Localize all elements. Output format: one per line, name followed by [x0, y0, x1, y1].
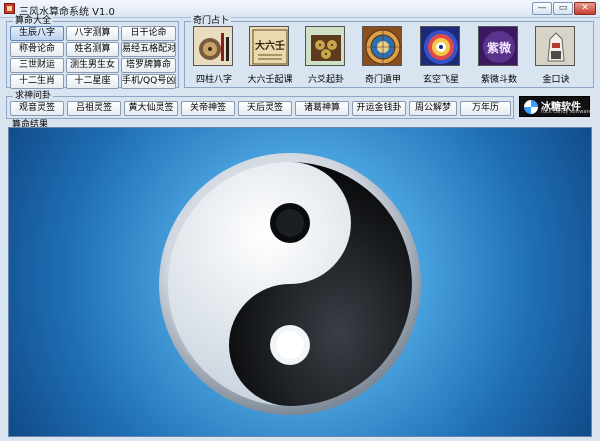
fortune-button[interactable]: 三世财运 — [10, 58, 64, 73]
gate-tile-label: 四柱八字 — [195, 75, 232, 85]
gate-tile-label: 六爻起卦 — [307, 75, 344, 85]
daliuren-icon: 大六壬 — [249, 26, 289, 66]
daliuren-art-text: 大六壬 — [255, 39, 285, 52]
fortune-button[interactable]: 测生男生女 — [66, 58, 119, 73]
bazi-icon — [193, 26, 233, 66]
lot-button[interactable]: 关帝神签 — [181, 101, 235, 116]
fortune-button[interactable]: 易经五格配对 — [121, 42, 176, 57]
fortune-button[interactable]: 称骨论命 — [10, 42, 64, 57]
fortune-button[interactable]: 手机/QQ号凶吉 — [121, 74, 176, 89]
yin-yang-icon — [159, 153, 421, 415]
lot-button[interactable]: 万年历 — [460, 101, 511, 116]
lots-group: 求神问卦 观音灵签 吕祖灵签 黄大仙灵签 关帝神签 天后灵签 诸葛神算 开运金钱… — [6, 90, 514, 119]
ziwei-art-text: 紫微 — [487, 40, 512, 55]
lot-button[interactable]: 天后灵签 — [238, 101, 292, 116]
gate-tile[interactable]: 紫微 紫微斗数 — [474, 26, 524, 86]
gate-tile-label: 金口诀 — [542, 75, 570, 85]
result-panel — [8, 127, 592, 437]
brand-mark-icon — [524, 100, 538, 114]
ziwei-icon: 紫微 — [478, 26, 518, 66]
brand-logo: 冰糖软件 rock candy software — [519, 96, 592, 117]
fortune-button[interactable]: 姓名测算 — [66, 42, 119, 57]
fortune-group: 算命大全 生辰八字 八字测算 日干论命 称骨论命 姓名测算 易经五格配对 三世财… — [6, 15, 179, 89]
minimize-button[interactable]: — — [532, 2, 552, 15]
fortune-button[interactable]: 日干论命 — [121, 26, 176, 41]
close-button[interactable]: ✕ — [574, 2, 596, 15]
lot-button[interactable]: 观音灵签 — [10, 101, 64, 116]
lot-button[interactable]: 周公解梦 — [409, 101, 457, 116]
gate-group: 奇门占卜 四柱八字 大六壬 大六壬起课 六爻起卦 奇门遁甲 玄空飞星 紫微 紫微… — [184, 15, 594, 88]
gate-tile[interactable]: 大六壬 大六壬起课 — [245, 26, 295, 86]
qimen-icon — [362, 26, 402, 66]
gate-tile[interactable]: 玄空飞星 — [416, 26, 466, 86]
gate-tile[interactable]: 金口诀 — [531, 26, 581, 86]
gate-tile[interactable]: 六爻起卦 — [301, 26, 351, 86]
lot-button[interactable]: 吕祖灵签 — [67, 101, 121, 116]
gate-tile[interactable]: 四柱八字 — [189, 26, 239, 86]
xuankong-icon — [420, 26, 460, 66]
jinkou-icon — [535, 26, 575, 66]
gate-tile-label: 紫微斗数 — [480, 75, 517, 85]
fortune-button[interactable]: 十二星座 — [66, 74, 119, 89]
fortune-button[interactable]: 生辰八字 — [10, 26, 64, 41]
liuyao-icon — [305, 26, 345, 66]
app-icon — [4, 3, 15, 14]
fortune-button[interactable]: 十二生肖 — [10, 74, 64, 89]
gate-tile[interactable]: 奇门遁甲 — [358, 26, 408, 86]
gate-tile-label: 奇门遁甲 — [364, 75, 401, 85]
fortune-button[interactable]: 八字测算 — [66, 26, 119, 41]
gate-tile-label: 大六壬起课 — [247, 75, 293, 85]
title-bar: 三风水算命系统 V1.0 — ▭ ✕ — [0, 0, 600, 18]
lot-button[interactable]: 开运金钱卦 — [352, 101, 406, 116]
gate-tile-label: 玄空飞星 — [422, 75, 459, 85]
lot-button[interactable]: 黄大仙灵签 — [124, 101, 178, 116]
brand-tagline: rock candy software — [541, 109, 592, 115]
lot-button[interactable]: 诸葛神算 — [295, 101, 349, 116]
fortune-button[interactable]: 塔罗牌算命 — [121, 58, 176, 73]
maximize-button[interactable]: ▭ — [553, 2, 573, 15]
